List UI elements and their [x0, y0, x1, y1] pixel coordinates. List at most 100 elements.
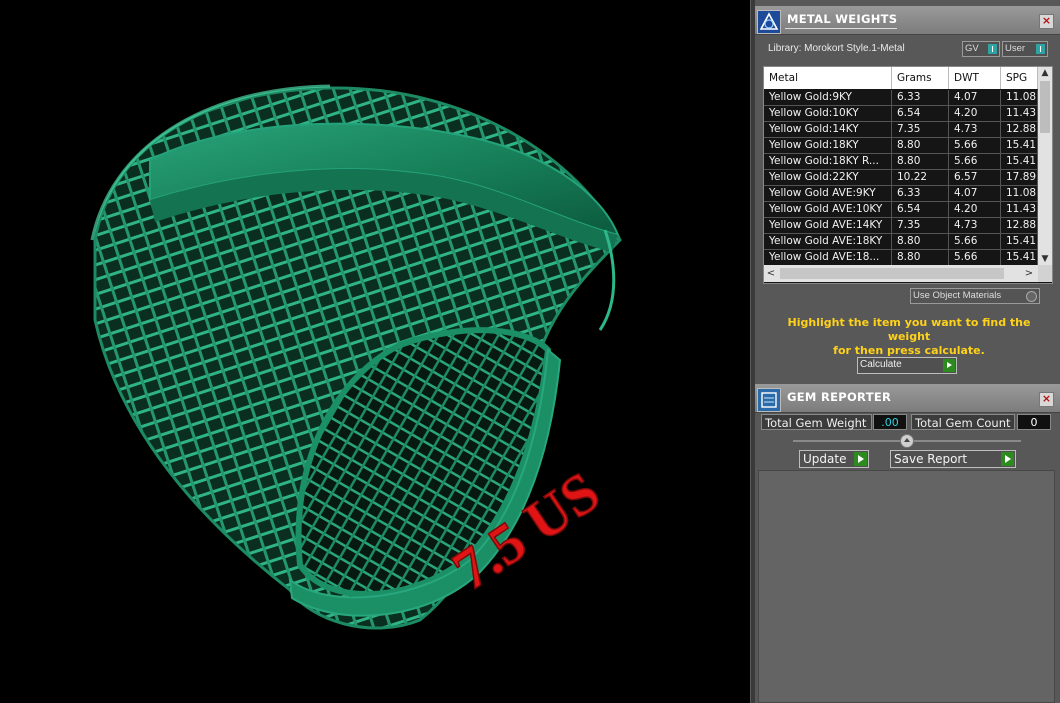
metal-cell: Yellow Gold:22KY — [764, 170, 892, 186]
total-gem-weight-value: .00 — [873, 414, 907, 430]
table-header: Metal Grams DWT SPG — [764, 67, 1038, 89]
play-arrow-icon — [1001, 452, 1014, 466]
metal-cell: Yellow Gold:18KY — [764, 138, 892, 154]
spg-cell: 17.89 — [1001, 170, 1038, 186]
vertical-scrollbar[interactable]: ▲ ▼ — [1038, 67, 1052, 265]
gem-reporter-close-icon[interactable]: × — [1039, 392, 1054, 407]
user-toggle-switch-icon — [1036, 44, 1045, 54]
grams-cell: 6.33 — [892, 90, 949, 106]
spg-cell: 15.41 — [1001, 250, 1038, 265]
calculate-button[interactable]: Calculate — [857, 357, 957, 374]
table-row[interactable]: Yellow Gold:18KY 8.80 5.66 15.41 — [764, 138, 1038, 154]
grams-cell: 6.33 — [892, 186, 949, 202]
update-label: Update — [803, 452, 847, 466]
gem-reporter-header: GEM REPORTER × — [755, 384, 1060, 413]
save-report-button[interactable]: Save Report — [890, 450, 1016, 468]
dwt-cell: 6.57 — [949, 170, 1001, 186]
column-header-spg[interactable]: SPG — [1001, 67, 1038, 89]
ring-render: 7.5 US — [90, 84, 622, 630]
table-row[interactable]: Yellow Gold:18KY R... 8.80 5.66 15.41 — [764, 154, 1038, 170]
grams-cell: 8.80 — [892, 138, 949, 154]
metal-weights-logo-icon — [757, 10, 781, 34]
gem-reporter-logo-icon — [757, 388, 781, 412]
metal-weights-close-icon[interactable]: × — [1039, 14, 1054, 29]
spg-cell: 12.88 — [1001, 122, 1038, 138]
gv-toggle-switch-icon — [988, 44, 997, 54]
save-report-label: Save Report — [894, 452, 968, 466]
calculate-label: Calculate — [860, 359, 902, 370]
metal-weights-table[interactable]: Metal Grams DWT SPG Yellow Gold:9KY 6.33 4… — [763, 66, 1053, 284]
radio-circle-icon — [1026, 291, 1037, 302]
grams-cell: 8.80 — [892, 234, 949, 250]
dwt-cell: 4.73 — [949, 122, 1001, 138]
total-gem-count-label: Total Gem Count — [911, 414, 1015, 430]
library-label: Library: Morokort Style.1-Metal — [768, 43, 905, 54]
scroll-up-icon[interactable]: ▲ — [1038, 67, 1052, 79]
update-button[interactable]: Update — [799, 450, 869, 468]
table-row[interactable]: Yellow Gold:22KY 10.22 6.57 17.89 — [764, 170, 1038, 186]
gem-report-area — [758, 470, 1055, 703]
horizontal-scroll-thumb[interactable] — [780, 268, 1004, 279]
play-arrow-icon — [943, 359, 955, 372]
grams-cell: 10.22 — [892, 170, 949, 186]
gv-toggle[interactable]: GV — [962, 41, 1000, 57]
spg-cell: 15.41 — [1001, 154, 1038, 170]
column-header-dwt[interactable]: DWT — [949, 67, 1001, 89]
scroll-right-icon[interactable]: > — [1022, 265, 1036, 282]
instruction-text: Highlight the item you want to find the … — [765, 316, 1053, 358]
metal-cell: Yellow Gold:10KY — [764, 106, 892, 122]
metal-cell: Yellow Gold:9KY — [764, 90, 892, 106]
grams-cell: 8.80 — [892, 154, 949, 170]
table-row[interactable]: Yellow Gold AVE:18... 8.80 5.66 15.41 — [764, 250, 1038, 265]
use-object-materials-label: Use Object Materials — [913, 290, 1002, 301]
column-header-metal[interactable]: Metal — [764, 67, 892, 89]
spg-cell: 11.43 — [1001, 202, 1038, 218]
instruction-line-2: for then press calculate. — [833, 344, 985, 357]
collapse-up-icon[interactable] — [900, 434, 914, 448]
horizontal-scrollbar[interactable]: < > — [764, 265, 1038, 282]
user-toggle[interactable]: User — [1002, 41, 1048, 57]
metal-cell: Yellow Gold AVE:18KY — [764, 234, 892, 250]
metal-cell: Yellow Gold AVE:9KY — [764, 186, 892, 202]
side-panel: METAL WEIGHTS × Library: Morokort Style.… — [755, 0, 1060, 703]
metal-cell: Yellow Gold AVE:14KY — [764, 218, 892, 234]
grams-cell: 6.54 — [892, 202, 949, 218]
grams-cell: 7.35 — [892, 122, 949, 138]
title-divider — [785, 28, 897, 29]
spg-cell: 11.43 — [1001, 106, 1038, 122]
dwt-cell: 4.07 — [949, 90, 1001, 106]
column-header-grams[interactable]: Grams — [892, 67, 949, 89]
table-row[interactable]: Yellow Gold AVE:14KY 7.35 4.73 12.88 — [764, 218, 1038, 234]
metal-cell: Yellow Gold:18KY R... — [764, 154, 892, 170]
vertical-scroll-thumb[interactable] — [1040, 81, 1050, 133]
gem-reporter-title: GEM REPORTER — [787, 390, 892, 404]
metal-cell: Yellow Gold:14KY — [764, 122, 892, 138]
user-toggle-label: User — [1005, 43, 1026, 54]
table-row[interactable]: Yellow Gold:14KY 7.35 4.73 12.88 — [764, 122, 1038, 138]
dwt-cell: 4.20 — [949, 202, 1001, 218]
dwt-cell: 4.73 — [949, 218, 1001, 234]
total-gem-count-value: 0 — [1017, 414, 1051, 430]
spg-cell: 11.08 — [1001, 90, 1038, 106]
scroll-left-icon[interactable]: < — [764, 265, 778, 282]
table-row[interactable]: Yellow Gold AVE:18KY 8.80 5.66 15.41 — [764, 234, 1038, 250]
table-row[interactable]: Yellow Gold AVE:9KY 6.33 4.07 11.08 — [764, 186, 1038, 202]
table-row[interactable]: Yellow Gold:10KY 6.54 4.20 11.43 — [764, 106, 1038, 122]
total-gem-weight-label: Total Gem Weight — [761, 414, 872, 430]
scroll-corner — [1038, 265, 1052, 282]
dwt-cell: 5.66 — [949, 250, 1001, 265]
metal-cell: Yellow Gold AVE:18... — [764, 250, 892, 265]
3d-viewport[interactable]: 7.5 US — [0, 0, 750, 703]
dwt-cell: 5.66 — [949, 154, 1001, 170]
table-body: Yellow Gold:9KY 6.33 4.07 11.08 Yellow Gold:… — [764, 90, 1038, 265]
metal-cell: Yellow Gold AVE:10KY — [764, 202, 892, 218]
dwt-cell: 4.07 — [949, 186, 1001, 202]
metal-weights-title: METAL WEIGHTS — [787, 12, 898, 26]
table-row[interactable]: Yellow Gold AVE:10KY 6.54 4.20 11.43 — [764, 202, 1038, 218]
table-row[interactable]: Yellow Gold:9KY 6.33 4.07 11.08 — [764, 90, 1038, 106]
spg-cell: 12.88 — [1001, 218, 1038, 234]
scroll-down-icon[interactable]: ▼ — [1038, 253, 1052, 265]
metal-weights-header: METAL WEIGHTS × — [755, 6, 1060, 35]
spg-cell: 15.41 — [1001, 138, 1038, 154]
use-object-materials-checkbox[interactable]: Use Object Materials — [910, 288, 1040, 304]
